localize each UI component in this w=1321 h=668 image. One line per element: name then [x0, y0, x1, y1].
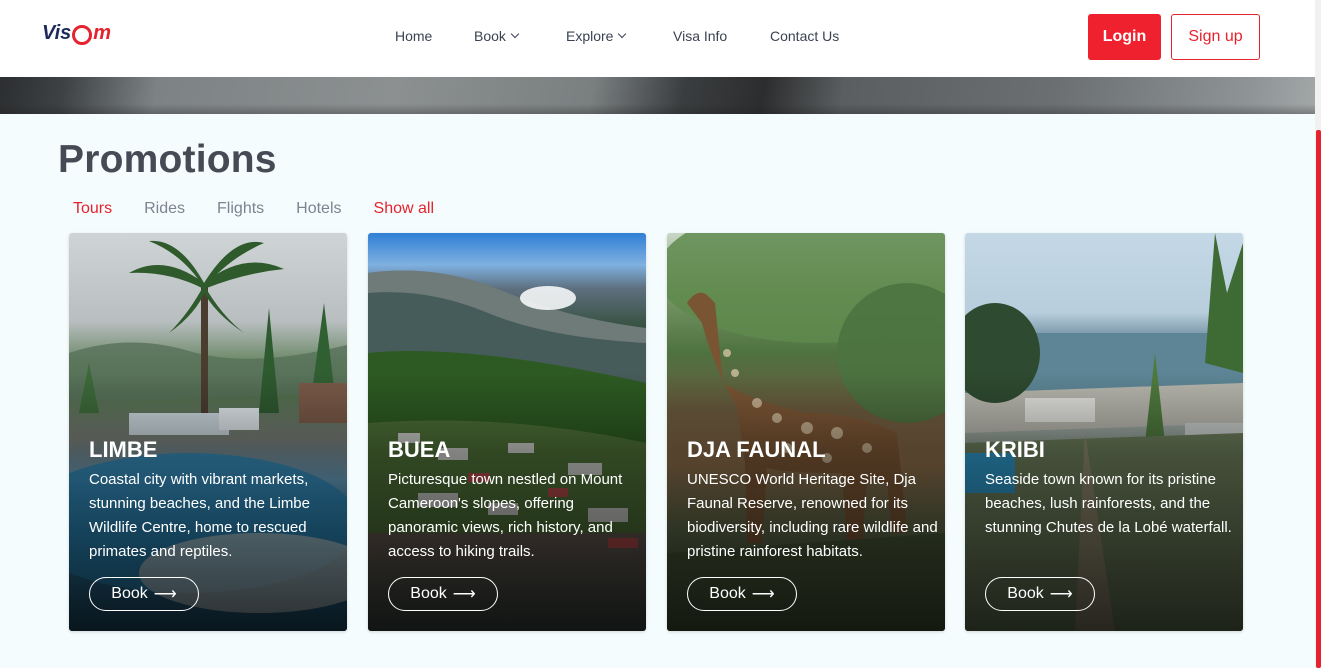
- arrow-right-icon: ⟶: [153, 586, 177, 603]
- book-button-label: Book: [111, 585, 148, 602]
- promo-card-dja-faunal[interactable]: DJA FAUNAL UNESCO World Heritage Site, D…: [667, 233, 945, 631]
- card-description: Coastal city with vibrant markets, stunn…: [89, 471, 310, 560]
- arrow-right-icon: ⟶: [751, 586, 775, 603]
- chevron-down-icon: [618, 29, 627, 39]
- book-button[interactable]: Book ⟶: [687, 577, 797, 611]
- nav-explore[interactable]: Explore: [566, 28, 673, 44]
- card-shade: [965, 233, 1243, 631]
- card-description: UNESCO World Heritage Site, Dja Faunal R…: [687, 471, 938, 560]
- signup-button[interactable]: Sign up: [1171, 14, 1260, 60]
- page-scrollbar[interactable]: [1315, 0, 1321, 668]
- book-button-label: Book: [709, 585, 746, 602]
- arrow-right-icon: ⟶: [1049, 586, 1073, 603]
- nav-home-label: Home: [395, 28, 433, 44]
- brand-logo[interactable]: Vis m: [42, 22, 111, 45]
- book-button[interactable]: Book ⟶: [388, 577, 498, 611]
- show-all-link[interactable]: Show all: [374, 200, 434, 218]
- promotions-title: Promotions: [58, 138, 277, 181]
- card-title: LIMBE: [89, 437, 158, 462]
- promo-card-limbe[interactable]: LIMBE Coastal city with vibrant markets,…: [69, 233, 347, 631]
- nav-visa-info[interactable]: Visa Info: [673, 28, 770, 44]
- nav-contact-us[interactable]: Contact Us: [770, 28, 839, 44]
- brand-logo-suffix: m: [93, 22, 112, 44]
- promo-card-kribi[interactable]: KRIBI Seaside town known for its pristin…: [965, 233, 1243, 631]
- card-description: Seaside town known for its pristine beac…: [985, 471, 1232, 536]
- scrollbar-thumb[interactable]: [1316, 130, 1321, 668]
- nav-home[interactable]: Home: [395, 28, 474, 44]
- card-title: BUEA: [388, 437, 451, 462]
- promo-card-buea[interactable]: BUEA Picturesque town nestled on Mount C…: [368, 233, 646, 631]
- book-button[interactable]: Book ⟶: [89, 577, 199, 611]
- arrow-right-icon: ⟶: [452, 586, 476, 603]
- card-description: Picturesque town nestled on Mount Camero…: [388, 471, 623, 560]
- chevron-down-icon: [510, 29, 520, 39]
- card-title: KRIBI: [985, 437, 1045, 462]
- card-shade: [69, 233, 347, 631]
- tab-flights[interactable]: Flights: [217, 200, 264, 218]
- book-button-label: Book: [1007, 585, 1044, 602]
- card-title: DJA FAUNAL: [687, 437, 826, 462]
- site-header: Vis m Home Book Explore Visa Info Contact…: [0, 0, 1315, 77]
- nav-book-label: Book: [474, 28, 506, 44]
- tab-rides[interactable]: Rides: [144, 200, 185, 218]
- nav-contact-us-label: Contact Us: [770, 28, 840, 44]
- book-button[interactable]: Book ⟶: [985, 577, 1095, 611]
- tab-tours[interactable]: Tours: [73, 200, 112, 218]
- nav-book[interactable]: Book: [474, 28, 566, 44]
- brand-logo-prefix: Vis: [42, 22, 72, 44]
- promotions-tabs: Tours Rides Flights Hotels Show all: [73, 200, 466, 218]
- nav-explore-label: Explore: [566, 28, 614, 44]
- card-shade: [368, 233, 646, 631]
- book-button-label: Book: [410, 585, 447, 602]
- card-shade: [667, 233, 945, 631]
- login-button[interactable]: Login: [1088, 14, 1161, 60]
- main-nav: Home Book Explore Visa Info Contact Us: [395, 28, 839, 44]
- nav-visa-info-label: Visa Info: [673, 28, 728, 44]
- hero-image-strip: [0, 77, 1315, 114]
- tab-hotels[interactable]: Hotels: [296, 200, 341, 218]
- brand-logo-ring-icon: [72, 24, 93, 45]
